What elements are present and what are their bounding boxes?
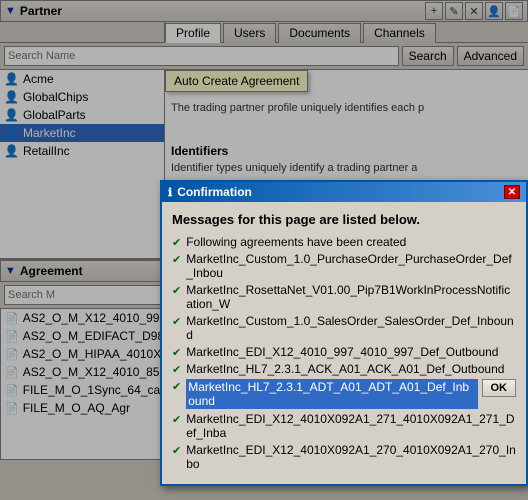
dialog-close-button[interactable]: ✕: [504, 185, 520, 199]
message-item: ✔ MarketInc_EDI_X12_4010_997_4010_997_De…: [172, 345, 516, 359]
message-item: ✔ MarketInc_EDI_X12_4010X092A1_271_4010X…: [172, 412, 516, 440]
message-item-highlighted[interactable]: ✔ MarketInc_HL7_2.3.1_ADT_A01_ADT_A01_De…: [172, 379, 516, 409]
message-item: ✔ MarketInc_Custom_1.0_SalesOrder_SalesO…: [172, 314, 516, 342]
check-icon: ✔: [172, 363, 181, 376]
message-text-selected: MarketInc_HL7_2.3.1_ADT_A01_ADT_A01_Def_…: [186, 379, 477, 409]
message-item: ✔ MarketInc_EDI_X12_4010X092A1_270_4010X…: [172, 443, 516, 471]
message-text: MarketInc_EDI_X12_4010_997_4010_997_Def_…: [186, 345, 498, 359]
message-item: ✔ MarketInc_Custom_1.0_PurchaseOrder_Pur…: [172, 252, 516, 280]
check-icon: ✔: [172, 346, 181, 359]
message-text: Following agreements have been created: [186, 235, 406, 249]
check-icon: ✔: [172, 413, 181, 426]
ok-button-inline[interactable]: OK: [482, 379, 517, 397]
check-icon: ✔: [172, 284, 181, 297]
message-item: ✔ Following agreements have been created: [172, 235, 516, 249]
dialog-titlebar: ℹ Confirmation ✕: [162, 182, 526, 202]
message-text: MarketInc_EDI_X12_4010X092A1_270_4010X09…: [186, 443, 516, 471]
message-text: MarketInc_Custom_1.0_SalesOrder_SalesOrd…: [186, 314, 516, 342]
message-item: ✔ MarketInc_HL7_2.3.1_ACK_A01_ACK_A01_De…: [172, 362, 516, 376]
check-icon: ✔: [172, 380, 181, 393]
message-text: MarketInc_Custom_1.0_PurchaseOrder_Purch…: [186, 252, 516, 280]
message-text: MarketInc_HL7_2.3.1_ACK_A01_ACK_A01_Def_…: [186, 362, 504, 376]
dialog-content: Messages for this page are listed below.…: [162, 202, 526, 484]
check-icon: ✔: [172, 315, 181, 328]
dialog-info-icon: ℹ: [168, 186, 172, 199]
message-text: MarketInc_EDI_X12_4010X092A1_271_4010X09…: [186, 412, 516, 440]
check-icon: ✔: [172, 236, 181, 249]
check-icon: ✔: [172, 253, 181, 266]
message-text: MarketInc_RosettaNet_V01.00_Pip7B1WorkIn…: [186, 283, 516, 311]
confirmation-dialog: ℹ Confirmation ✕ Messages for this page …: [160, 180, 528, 486]
dialog-header-text: Messages for this page are listed below.: [172, 212, 516, 227]
dialog-title: Confirmation: [177, 185, 504, 199]
check-icon: ✔: [172, 444, 181, 457]
message-item: ✔ MarketInc_RosettaNet_V01.00_Pip7B1Work…: [172, 283, 516, 311]
